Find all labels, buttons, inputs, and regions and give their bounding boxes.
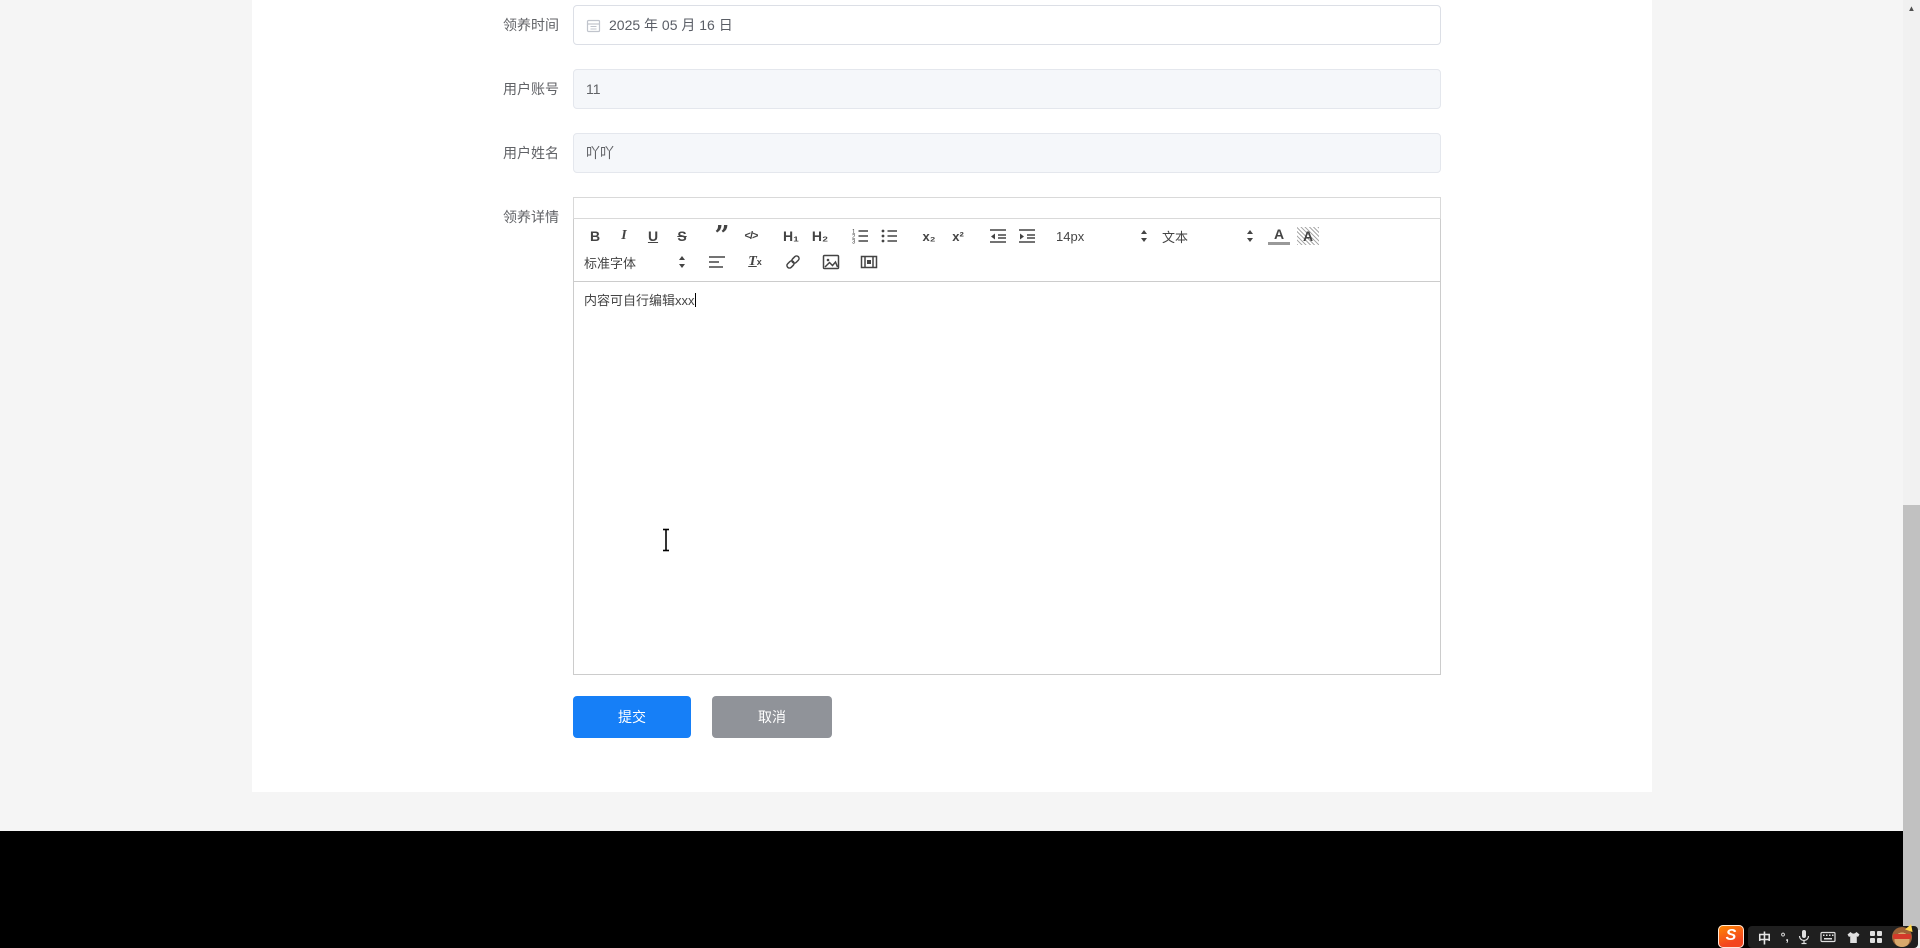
user-name-value: 吖吖 (586, 145, 614, 161)
ime-punctuation-toggle[interactable]: °, (1781, 926, 1789, 948)
clean-format-t: T (748, 254, 757, 269)
scrollbar-thumb[interactable] (1903, 505, 1920, 930)
form-actions: 提交 取消 (573, 696, 1652, 738)
font-family-value: 标准字体 (584, 255, 637, 271)
svg-text:3: 3 (852, 240, 856, 246)
ime-toolbar: 中 °, (1748, 926, 1918, 948)
bullet-list-icon[interactable] (878, 224, 900, 248)
text-caret (694, 293, 696, 307)
blockquote-button[interactable]: ” (711, 224, 733, 248)
form-row-user-name: 用户姓名 吖吖 (252, 133, 1652, 173)
adopt-detail-label: 领养详情 (503, 209, 559, 225)
indent-icon[interactable] (1016, 224, 1038, 248)
bold-button[interactable]: B (584, 224, 606, 248)
font-size-value: 14px (1056, 228, 1085, 244)
link-icon[interactable] (782, 250, 804, 274)
header-2-button[interactable]: H₂ (809, 224, 831, 248)
editor-content-text: 内容可自行编辑xxx (584, 293, 695, 308)
vertical-scrollbar[interactable]: ▲ (1903, 0, 1920, 948)
subscript-button[interactable]: x₂ (918, 224, 940, 248)
toolbar-row-2: 标准字体 Tx (584, 249, 1430, 275)
adopt-time-value: 2025 年 05 月 16 日 (609, 17, 733, 33)
editor-toolbar: B I U S ” </> H₁ H₂ 1 2 3 x₂ x² 14px 文本 … (573, 219, 1441, 282)
dropdown-arrow-icon (679, 256, 685, 268)
adopt-time-date-input[interactable]: 2025 年 05 月 16 日 (573, 5, 1441, 45)
font-family-dropdown[interactable]: 标准字体 (584, 250, 686, 274)
align-icon[interactable] (706, 250, 728, 274)
ime-chinese-mode[interactable]: 中 (1758, 926, 1771, 948)
font-size-dropdown[interactable]: 14px (1056, 224, 1148, 248)
clean-format-button[interactable]: Tx (744, 250, 766, 274)
user-name-label: 用户姓名 (503, 145, 559, 161)
user-account-input: 11 (573, 69, 1441, 109)
video-icon[interactable] (858, 250, 880, 274)
toolbar-row-1: B I U S ” </> H₁ H₂ 1 2 3 x₂ x² 14px 文本 … (584, 223, 1430, 249)
background-color-button[interactable]: A (1297, 227, 1319, 245)
adopt-time-label: 领养时间 (503, 17, 559, 33)
form-row-adopt-time: 领养时间 2025 年 05 月 16 日 (252, 5, 1652, 45)
cancel-button[interactable]: 取消 (712, 696, 832, 738)
heading-dropdown[interactable]: 文本 (1162, 224, 1254, 248)
strikethrough-button[interactable]: S (671, 224, 693, 248)
image-icon[interactable] (820, 250, 842, 274)
clean-format-x: x (756, 257, 762, 267)
user-account-value: 11 (586, 81, 601, 97)
dropdown-arrow-icon (1141, 230, 1147, 242)
desktop-black-area (0, 831, 1920, 948)
underline-button[interactable]: U (642, 224, 664, 248)
ordered-list-icon[interactable]: 1 2 3 (849, 224, 871, 248)
scrollbar-up-arrow[interactable]: ▲ (1903, 0, 1920, 16)
form-row-adopt-detail: 领养详情 B I U S ” </> H₁ H₂ 1 2 3 x₂ x² 14p… (252, 197, 1652, 675)
sogou-logo[interactable]: S (1718, 925, 1744, 948)
user-account-label: 用户账号 (503, 81, 559, 97)
editor-top-strip (573, 197, 1441, 219)
microphone-icon[interactable] (1798, 926, 1810, 948)
text-color-button[interactable]: A (1268, 227, 1290, 245)
rich-text-editor: B I U S ” </> H₁ H₂ 1 2 3 x₂ x² 14px 文本 … (573, 197, 1441, 675)
user-name-input: 吖吖 (573, 133, 1441, 173)
adoption-form: 领养时间 2025 年 05 月 16 日 用户账号 11 用户姓名 吖吖 领养… (252, 0, 1652, 738)
form-row-user-account: 用户账号 11 (252, 69, 1652, 109)
outdent-icon[interactable] (987, 224, 1009, 248)
keyboard-icon[interactable] (1820, 926, 1836, 948)
submit-button[interactable]: 提交 (573, 696, 691, 738)
sogou-emoji-icon[interactable] (1892, 926, 1912, 948)
italic-button[interactable]: I (613, 224, 635, 248)
editor-content-area[interactable]: 内容可自行编辑xxx (573, 282, 1441, 675)
toolbox-grid-icon[interactable] (1870, 926, 1883, 948)
skin-tshirt-icon[interactable] (1846, 926, 1861, 948)
header-1-button[interactable]: H₁ (780, 224, 802, 248)
calendar-icon (586, 18, 601, 33)
heading-value: 文本 (1162, 229, 1189, 245)
superscript-button[interactable]: x² (947, 224, 969, 248)
form-card: 领养时间 2025 年 05 月 16 日 用户账号 11 用户姓名 吖吖 领养… (252, 0, 1652, 792)
code-block-button[interactable]: </> (740, 224, 762, 248)
dropdown-arrow-icon (1247, 230, 1253, 242)
